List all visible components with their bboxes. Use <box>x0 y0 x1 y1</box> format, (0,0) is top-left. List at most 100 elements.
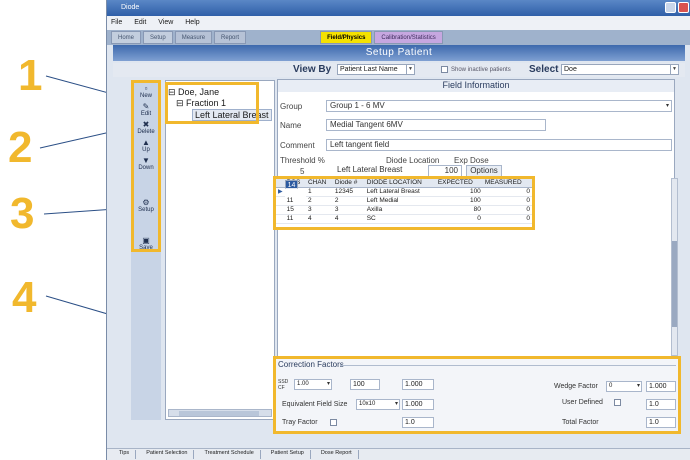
new-button[interactable]: ▫ New <box>134 83 158 101</box>
tray-factor-field[interactable]: 1.0 <box>402 417 434 428</box>
tree-horizontal-scrollbar[interactable] <box>168 409 272 417</box>
ssd-field[interactable]: 100 <box>350 379 380 390</box>
table-cell[interactable]: Axilla <box>364 205 436 215</box>
tab-home[interactable]: Home <box>111 31 142 44</box>
table-row[interactable]: 11 2 2 Left Medial 100 0 <box>276 196 532 206</box>
chevron-down-icon: ▼ <box>670 65 678 74</box>
column-header[interactable]: Diode # <box>332 179 365 188</box>
tab-calibration[interactable]: Calibration/Statistics <box>374 31 443 44</box>
diode-location-label: Diode Location <box>386 156 440 165</box>
tray-factor-checkbox[interactable] <box>330 419 337 426</box>
table-cell[interactable]: 0 <box>482 187 532 197</box>
tab-measure[interactable]: Measure <box>174 31 213 44</box>
setup-icon: ⚙ <box>142 198 150 207</box>
group-label: Group <box>280 102 303 111</box>
column-header[interactable]: EXPECTED <box>435 179 483 188</box>
tab-field-physics[interactable]: Field/Physics <box>320 31 373 44</box>
ssd-cf-field[interactable]: 1.000 <box>402 379 434 390</box>
threshold-label: Threshold % <box>280 156 325 165</box>
threshold-value[interactable]: 5 <box>300 167 304 176</box>
row-pointer <box>276 205 285 215</box>
table-cell[interactable]: 4 <box>332 214 365 224</box>
table-cell[interactable]: 2 <box>332 196 365 206</box>
move-down-button[interactable]: ▼ Down <box>134 155 158 173</box>
minimize-button[interactable] <box>665 2 676 13</box>
select-label: Select <box>529 64 559 75</box>
table-cell[interactable]: 100 <box>435 196 483 206</box>
table-cell[interactable]: 11 <box>284 214 306 224</box>
scroll-thumb[interactable] <box>672 241 677 327</box>
setup-button[interactable]: ⚙ Setup <box>134 197 158 215</box>
comment-field[interactable]: Left tangent field <box>326 139 672 151</box>
user-defined-field[interactable]: 1.0 <box>646 399 676 410</box>
delete-icon: ✖ <box>142 120 150 129</box>
table-cell[interactable]: 80 <box>435 205 483 215</box>
status-patient-setup[interactable]: Patient Setup <box>265 450 311 459</box>
table-cell[interactable]: 0 <box>435 214 483 224</box>
save-button[interactable]: ▣ Save <box>134 235 158 253</box>
table-cell[interactable]: 3 <box>332 205 365 215</box>
new-label: New <box>139 93 152 99</box>
table-cell[interactable]: SC <box>364 214 436 224</box>
close-button[interactable] <box>678 2 689 13</box>
table-cell[interactable]: 12345 <box>332 187 365 197</box>
table-cell[interactable]: 15 <box>284 205 306 215</box>
table-cell[interactable]: 2 <box>305 196 333 206</box>
table-cell[interactable]: 100 <box>435 187 483 197</box>
name-field[interactable]: Medial Tangent 6MV <box>326 119 546 131</box>
table-cell[interactable]: 4 <box>305 214 333 224</box>
tab-setup[interactable]: Setup <box>143 31 173 44</box>
up-label: Up <box>142 147 150 153</box>
table-cell[interactable]: 11 <box>284 196 306 206</box>
status-tips[interactable]: Tips <box>113 450 137 459</box>
patient-select[interactable]: Doe ▼ <box>561 64 679 75</box>
move-up-button[interactable]: ▲ Up <box>134 137 158 155</box>
table-cell[interactable]: 14 <box>284 180 299 189</box>
menu-help[interactable]: Help <box>185 19 199 26</box>
menu-view[interactable]: View <box>158 19 173 26</box>
row-pointer <box>276 214 285 224</box>
equivalent-field-select[interactable]: 10x10 <box>356 399 400 410</box>
table-cell[interactable]: 1 <box>305 187 333 197</box>
table-row[interactable]: 15 3 3 Axilla 80 0 <box>276 205 532 215</box>
tab-report[interactable]: Report <box>214 31 247 44</box>
panel-vertical-scrollbar[interactable] <box>671 178 678 356</box>
column-header[interactable]: DIODE LOCATION <box>364 179 436 188</box>
table-cell[interactable]: Left Medial <box>364 196 436 206</box>
diode-grid: POS CHAN Diode # DIODE LOCATION EXPECTED… <box>273 176 535 230</box>
view-by-select[interactable]: Patient Last Name ▼ <box>337 64 415 75</box>
divider <box>340 365 676 366</box>
equivalent-field-cf[interactable]: 1.000 <box>402 399 434 410</box>
status-treatment-schedule[interactable]: Treatment Schedule <box>198 450 261 459</box>
delete-button[interactable]: ✖ Delete <box>134 119 158 137</box>
view-by-bar: View By Patient Last Name ▼ Show inactive… <box>113 63 685 77</box>
table-cell[interactable]: 0 <box>482 205 532 215</box>
title-bar: Diode <box>107 0 690 16</box>
edit-button[interactable]: ✎ Edit <box>134 101 158 119</box>
table-cell[interactable]: Left Lateral Breast <box>364 187 436 197</box>
status-patient-selection[interactable]: Patient Selection <box>140 450 195 459</box>
table-cell[interactable]: 3 <box>305 205 333 215</box>
table-cell[interactable]: 0 <box>482 214 532 224</box>
scroll-thumb[interactable] <box>179 411 259 416</box>
column-header[interactable]: CHAN <box>305 179 333 188</box>
inactive-checkbox-label: Show inactive patients <box>451 67 511 73</box>
menu-file[interactable]: File <box>111 19 122 26</box>
wedge-select[interactable]: 0 <box>606 381 642 392</box>
table-row[interactable]: 11 4 4 SC 0 0 <box>276 214 532 224</box>
menu-bar: File Edit View Help <box>107 16 690 30</box>
equivalent-field-label: Equivalent Field Size <box>282 401 348 408</box>
table-row[interactable]: ▶ 14 1 12345 Left Lateral Breast 100 0 <box>276 180 532 197</box>
ssd-select[interactable]: 1.00 <box>294 379 332 390</box>
user-defined-checkbox[interactable] <box>614 399 621 406</box>
table-cell[interactable]: 0 <box>482 196 532 206</box>
group-select[interactable]: Group 1 - 6 MV ▾ <box>326 100 672 112</box>
wedge-cf-field[interactable]: 1.000 <box>646 381 676 392</box>
correction-factors-title: Correction Factors <box>278 360 344 369</box>
column-header[interactable]: MEASURED <box>482 179 532 188</box>
total-factor-field: 1.0 <box>646 417 676 428</box>
inactive-checkbox[interactable] <box>441 66 448 73</box>
status-dose-report[interactable]: Dose Report <box>315 450 359 459</box>
menu-edit[interactable]: Edit <box>134 19 146 26</box>
diode-table: POS CHAN Diode # DIODE LOCATION EXPECTED… <box>276 179 532 224</box>
